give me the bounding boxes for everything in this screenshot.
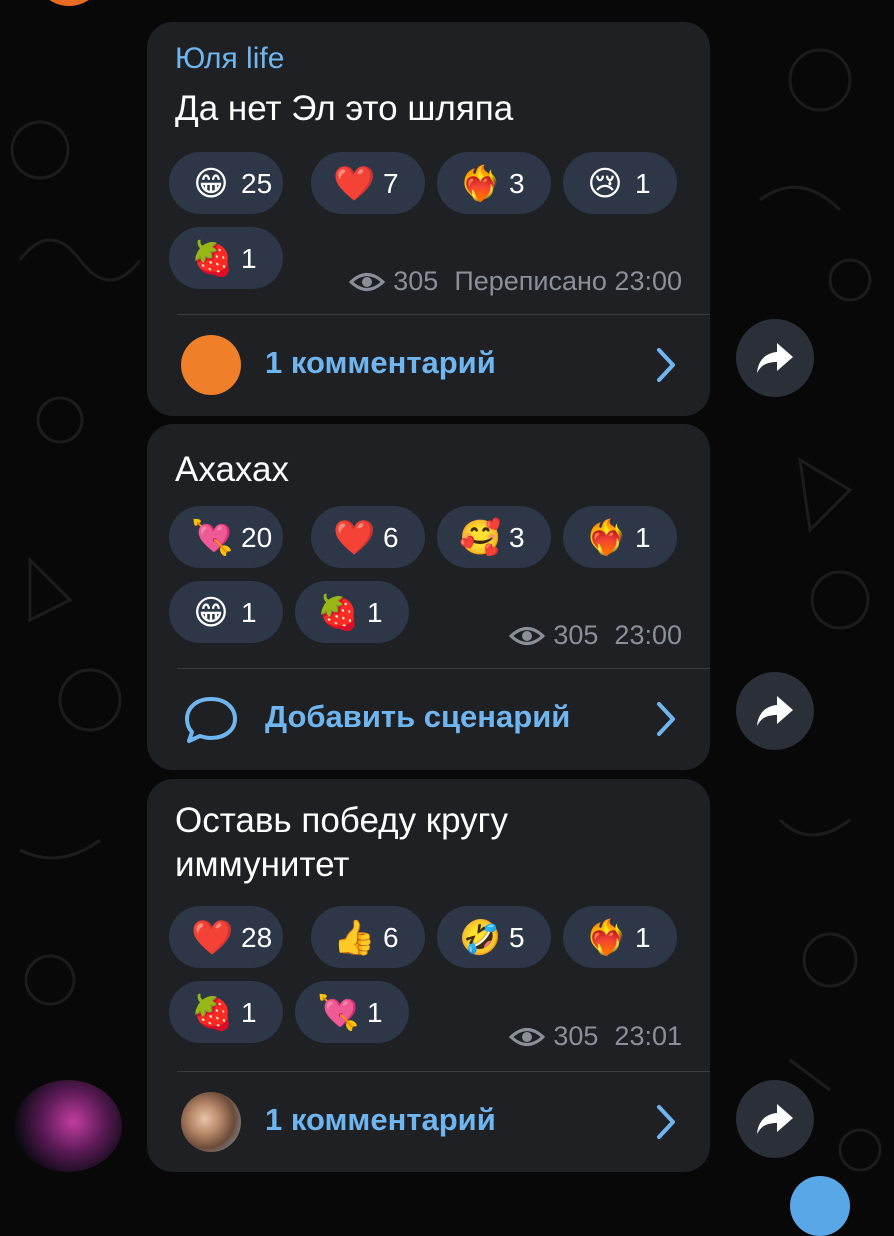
message-text-line: Оставь победу кругу [175, 801, 508, 840]
reaction-chip[interactable]: 😁 25 [169, 152, 283, 214]
message-meta: 305 23:00 [509, 620, 682, 651]
message-bubble: Ахахах 💘 20 ❤️ 6 🥰 3 ❤️‍🔥 1 😁 1 🍓 1 305 … [147, 424, 710, 770]
share-button[interactable] [736, 672, 814, 750]
view-count: 305 [393, 266, 439, 296]
heart-arrow-emoji-icon: 💘 [191, 519, 234, 557]
grin-emoji-icon: 😁 [193, 165, 229, 203]
message-meta: 305 23:01 [509, 1021, 682, 1052]
rofl-emoji-icon: 🤣 [459, 919, 502, 957]
view-count: 305 [553, 1021, 599, 1051]
comment-bubble-icon [185, 697, 237, 743]
message-text: Да нет Эл это шляпа [175, 89, 514, 128]
reaction-count: 6 [383, 922, 399, 953]
reaction-count: 1 [241, 597, 257, 628]
reaction-count: 1 [367, 597, 383, 628]
reaction-count: 3 [509, 168, 525, 199]
reaction-count: 3 [509, 522, 525, 553]
message-meta: 305 Переписано 23:00 [349, 266, 682, 297]
eye-icon [509, 626, 546, 645]
reaction-chip[interactable]: 🥰 3 [437, 506, 551, 568]
strawberry-emoji-icon: 🍓 [191, 994, 234, 1032]
thumbs-up-emoji-icon: 👍 [333, 919, 376, 957]
heart-arrow-emoji-icon: 💘 [317, 994, 360, 1032]
comments-footer[interactable]: 1 комментарий [147, 315, 710, 415]
reaction-count: 25 [241, 168, 273, 199]
avatar [181, 1092, 241, 1152]
reaction-chip[interactable]: 🍓 1 [295, 581, 409, 643]
reaction-count: 7 [383, 168, 399, 199]
reaction-count: 6 [383, 522, 399, 553]
chevron-right-icon [657, 702, 675, 736]
message-time: 23:00 [614, 620, 682, 650]
avatar[interactable] [14, 1080, 122, 1172]
reaction-chip[interactable]: 😢 1 [563, 152, 677, 214]
reaction-count: 1 [241, 997, 257, 1028]
strawberry-emoji-icon: 🍓 [317, 594, 360, 632]
message-text-line: иммунитет [175, 845, 350, 884]
share-arrow-icon [757, 343, 793, 373]
smiling-hearts-emoji-icon: 🥰 [459, 519, 502, 557]
grin-emoji-icon: 😁 [193, 594, 229, 632]
reaction-count: 1 [635, 922, 651, 953]
view-count: 305 [553, 620, 599, 650]
reaction-chip[interactable]: 🍓 1 [169, 227, 283, 289]
scroll-to-bottom-button[interactable] [790, 1176, 850, 1236]
reaction-chip[interactable]: ❤️ 28 [169, 906, 283, 968]
comments-footer[interactable]: 1 комментарий [147, 1072, 710, 1172]
reaction-chip[interactable]: ❤️ 6 [311, 506, 425, 568]
reaction-count: 1 [367, 997, 383, 1028]
message-time: 23:01 [614, 1021, 682, 1051]
eye-icon [349, 272, 386, 291]
comments-link[interactable]: 1 комментарий [265, 1102, 496, 1138]
message-bubble: Юля life Да нет Эл это шляпа 😁 25 ❤️ 7 ❤… [147, 22, 710, 416]
message-time: Переписано 23:00 [454, 266, 682, 296]
avatar [181, 335, 241, 395]
share-button[interactable] [736, 319, 814, 397]
strawberry-emoji-icon: 🍓 [191, 240, 234, 278]
share-arrow-icon [757, 696, 793, 726]
heart-on-fire-emoji-icon: ❤️‍🔥 [459, 165, 502, 203]
reaction-chip[interactable]: ❤️‍🔥 3 [437, 152, 551, 214]
chevron-right-icon [657, 1105, 675, 1139]
reaction-count: 28 [241, 922, 273, 953]
reaction-chip[interactable]: 🍓 1 [169, 981, 283, 1043]
reaction-chip[interactable]: 🤣 5 [437, 906, 551, 968]
avatar[interactable] [34, 0, 104, 6]
reaction-chip[interactable]: ❤️‍🔥 1 [563, 906, 677, 968]
crying-face-emoji-icon: 😢 [587, 165, 623, 203]
heart-on-fire-emoji-icon: ❤️‍🔥 [585, 919, 628, 957]
add-comment-link[interactable]: Добавить сценарий [265, 699, 570, 735]
reaction-count: 5 [509, 922, 525, 953]
heart-emoji-icon: ❤️ [333, 165, 376, 203]
reaction-chip[interactable]: ❤️ 7 [311, 152, 425, 214]
reaction-count: 1 [635, 168, 651, 199]
heart-emoji-icon: ❤️ [191, 919, 234, 957]
share-button[interactable] [736, 1080, 814, 1158]
reaction-chip[interactable]: 👍 6 [311, 906, 425, 968]
reaction-count: 20 [241, 522, 273, 553]
share-arrow-icon [757, 1104, 793, 1134]
heart-on-fire-emoji-icon: ❤️‍🔥 [585, 519, 628, 557]
message-text: Ахахах [175, 450, 289, 489]
sender-name[interactable]: Юля life [175, 42, 284, 76]
comments-link[interactable]: 1 комментарий [265, 345, 496, 381]
reaction-chip[interactable]: ❤️‍🔥 1 [563, 506, 677, 568]
message-text: Оставь победу кругу иммунитет [175, 799, 508, 887]
reaction-chip[interactable]: 💘 20 [169, 506, 283, 568]
comments-footer[interactable]: Добавить сценарий [147, 669, 710, 769]
chevron-right-icon [657, 348, 675, 382]
reaction-count: 1 [635, 522, 651, 553]
heart-emoji-icon: ❤️ [333, 519, 376, 557]
message-bubble: Оставь победу кругу иммунитет ❤️ 28 👍 6 … [147, 779, 710, 1172]
reaction-count: 1 [241, 243, 257, 274]
eye-icon [509, 1027, 546, 1046]
reaction-chip[interactable]: 💘 1 [295, 981, 409, 1043]
reaction-chip[interactable]: 😁 1 [169, 581, 283, 643]
